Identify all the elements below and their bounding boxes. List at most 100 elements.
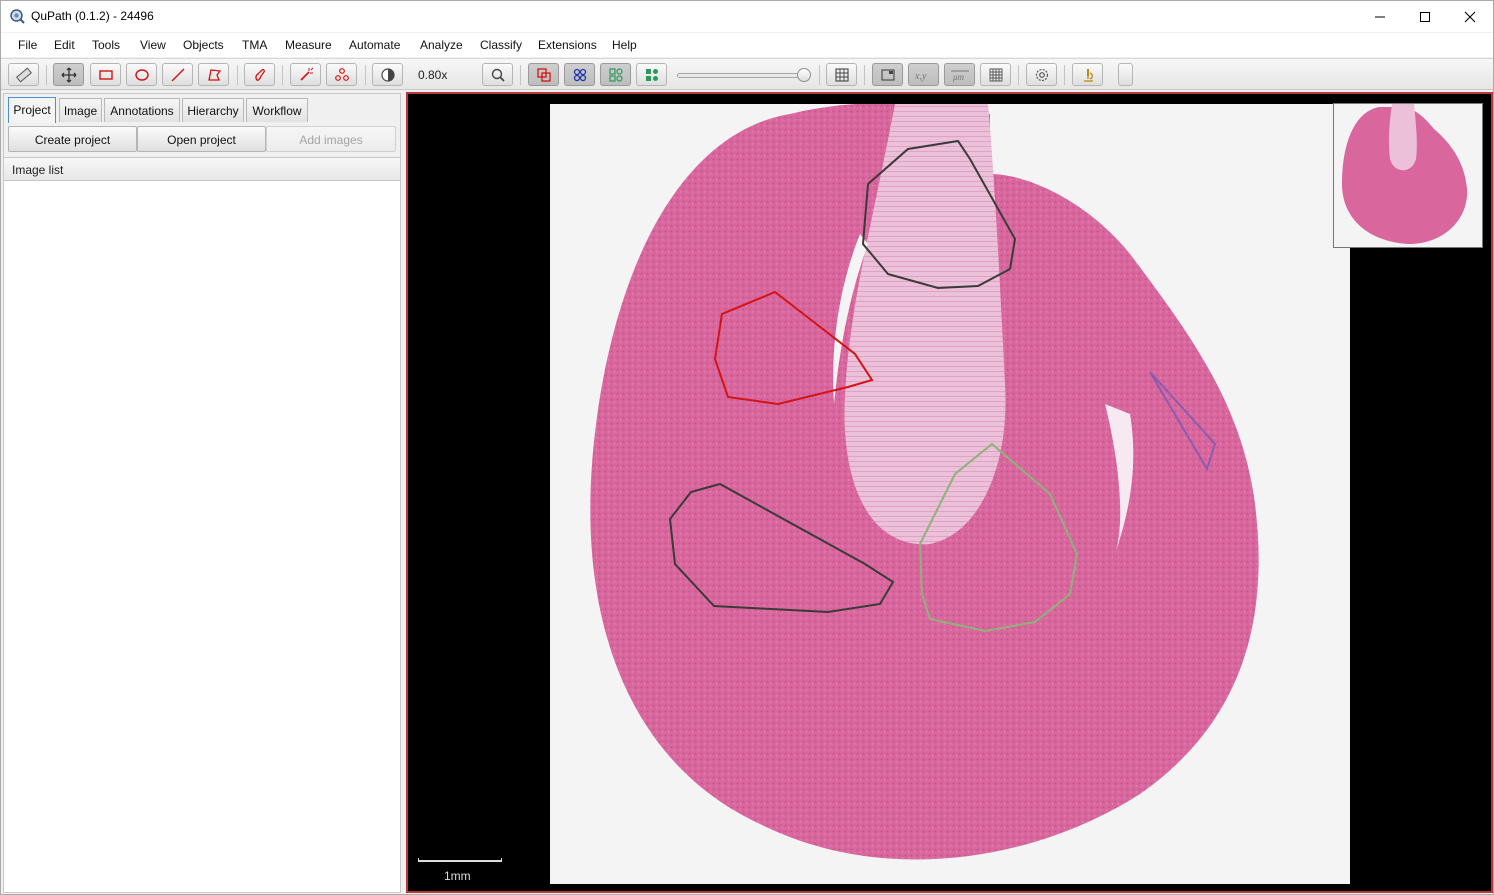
scalebar: [418, 858, 502, 862]
zoom-to-fit-button[interactable]: [482, 63, 513, 86]
toolbar-separator: [1064, 65, 1065, 85]
toolbar-separator: [365, 65, 366, 85]
show-annotations-button[interactable]: [528, 63, 559, 86]
menu-tma[interactable]: TMA: [242, 38, 267, 52]
show-annotations-icon: [536, 67, 551, 82]
brightness-contrast-icon: [380, 67, 395, 82]
show-detections-icon: [608, 67, 623, 82]
show-scalebar-button[interactable]: μm: [944, 63, 975, 86]
tab-image[interactable]: Image: [59, 98, 102, 122]
menu-automate[interactable]: Automate: [349, 38, 400, 52]
menu-analyze[interactable]: Analyze: [420, 38, 463, 52]
preferences-button[interactable]: [1026, 63, 1057, 86]
zoom-level: 0.80x: [418, 68, 448, 82]
opacity-slider-track[interactable]: [677, 73, 807, 78]
qupath-window: QuPath (0.1.2) - 24496 File Edit Tools V…: [0, 0, 1494, 895]
show-tma-grid-icon: [573, 68, 586, 81]
scalebar-icon: μm: [950, 70, 969, 82]
image-list-header: Image list: [4, 157, 400, 181]
minimize-button[interactable]: [1357, 1, 1403, 32]
opacity-slider-thumb[interactable]: [797, 68, 811, 82]
ellipse-tool-button[interactable]: [126, 63, 157, 86]
toolbar: 0.80x x,y μm: [1, 58, 1493, 90]
toolbar-separator: [46, 65, 47, 85]
measure-ruler-icon: [15, 66, 32, 83]
menu-tools[interactable]: Tools: [92, 38, 120, 52]
minimize-icon: [1375, 16, 1385, 17]
show-overview-button[interactable]: [872, 63, 903, 86]
grid-icon: [989, 68, 1002, 81]
maximize-button[interactable]: [1402, 1, 1448, 32]
line-icon: [171, 68, 184, 81]
polygon-tool-button[interactable]: [198, 63, 229, 86]
toolbar-separator: [237, 65, 238, 85]
image-viewer[interactable]: 1mm: [406, 92, 1493, 893]
brush-icon: [254, 68, 265, 81]
microscope-button[interactable]: [1072, 63, 1103, 86]
fill-detections-icon: [645, 68, 658, 81]
cursor-location-icon: x,y: [914, 71, 927, 82]
title-bar: QuPath (0.1.2) - 24496: [1, 1, 1493, 32]
menu-bar: File Edit Tools View Objects TMA Measure…: [1, 33, 1493, 57]
scalebar-label: 1mm: [444, 869, 471, 883]
overview-icon: [880, 68, 895, 81]
menu-help[interactable]: Help: [612, 38, 637, 52]
measurement-table-icon: [834, 67, 849, 82]
show-tma-grid-button[interactable]: [564, 63, 595, 86]
toolbar-overflow-button[interactable]: [1118, 63, 1133, 86]
maximize-icon: [1420, 11, 1430, 22]
overview-thumbnail[interactable]: [1333, 103, 1483, 248]
close-icon: [1464, 11, 1476, 22]
tab-workflow[interactable]: Workflow: [246, 98, 308, 122]
measure-ruler-button[interactable]: [8, 63, 39, 86]
window-title: QuPath (0.1.2) - 24496: [31, 9, 154, 23]
tab-project[interactable]: Project: [8, 97, 56, 123]
toolbar-separator: [282, 65, 283, 85]
menu-view[interactable]: View: [140, 38, 166, 52]
show-detections-button[interactable]: [600, 63, 631, 86]
menu-file[interactable]: File: [18, 38, 37, 52]
rectangle-icon: [98, 69, 113, 80]
tissue-canvas: [590, 102, 1259, 860]
svg-text:x,y: x,y: [914, 71, 927, 82]
close-button[interactable]: [1447, 1, 1493, 32]
analysis-panel: Project Image Annotations Hierarchy Work…: [3, 93, 401, 893]
zoom-to-fit-icon: [491, 68, 505, 82]
qupath-logo-icon: [10, 9, 25, 24]
fill-detections-button[interactable]: [636, 63, 667, 86]
create-project-button[interactable]: Create project: [8, 126, 137, 152]
menu-measure[interactable]: Measure: [285, 38, 332, 52]
add-images-button[interactable]: Add images: [266, 126, 396, 152]
toolbar-separator: [520, 65, 521, 85]
tab-hierarchy[interactable]: Hierarchy: [182, 98, 244, 122]
brush-tool-button[interactable]: [244, 63, 275, 86]
show-grid-button[interactable]: [980, 63, 1011, 86]
svg-text:μm: μm: [952, 72, 965, 82]
wand-tool-button[interactable]: [290, 63, 321, 86]
microscope-icon: [1083, 68, 1093, 82]
slide-image[interactable]: [550, 102, 1350, 884]
menu-classify[interactable]: Classify: [480, 38, 522, 52]
brightness-contrast-button[interactable]: [372, 63, 403, 86]
menu-edit[interactable]: Edit: [54, 38, 75, 52]
wand-icon: [299, 67, 313, 81]
points-tool-button[interactable]: [326, 63, 357, 86]
menu-extensions[interactable]: Extensions: [538, 38, 597, 52]
toolbar-separator: [1018, 65, 1019, 85]
points-icon: [334, 67, 349, 81]
tab-annotations[interactable]: Annotations: [104, 98, 180, 122]
move-icon: [61, 67, 76, 82]
line-tool-button[interactable]: [162, 63, 193, 86]
polygon-icon: [207, 68, 221, 81]
open-project-button[interactable]: Open project: [137, 126, 266, 152]
image-list[interactable]: [4, 181, 400, 892]
menu-objects[interactable]: Objects: [183, 38, 224, 52]
move-tool-button[interactable]: [53, 63, 84, 86]
measurement-table-button[interactable]: [826, 63, 857, 86]
toolbar-separator: [819, 65, 820, 85]
show-location-button[interactable]: x,y: [908, 63, 939, 86]
preferences-icon: [1035, 68, 1048, 81]
rectangle-tool-button[interactable]: [90, 63, 121, 86]
toolbar-separator: [864, 65, 865, 85]
ellipse-icon: [134, 68, 149, 81]
